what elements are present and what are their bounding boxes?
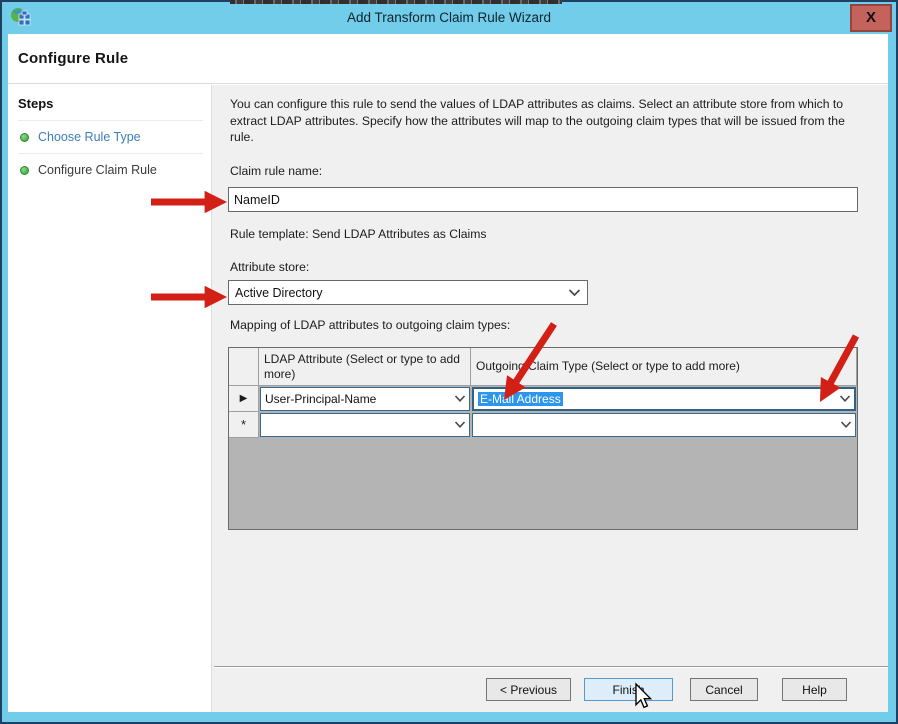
finish-button[interactable]: Finish [584, 678, 673, 701]
attribute-store-select[interactable]: Active Directory [228, 280, 588, 305]
outgoing-claim-type-dropdown-row1[interactable]: E-Mail Address [472, 387, 856, 411]
outgoing-claim-type-dropdown-row2[interactable] [472, 413, 856, 437]
wizard-dialog: Configure Rule Steps Choose Rule Type Co… [8, 34, 888, 712]
footer-separator [214, 666, 888, 668]
help-button[interactable]: Help [782, 678, 847, 701]
mapping-label: Mapping of LDAP attributes to outgoing c… [230, 318, 510, 332]
column-header-outgoing-claim-type: Outgoing Claim Type (Select or type to a… [471, 348, 857, 386]
chevron-down-icon[interactable] [840, 421, 852, 429]
step-complete-dot-icon [20, 133, 29, 142]
attribute-store-value: Active Directory [235, 286, 568, 300]
titlebar[interactable]: Add Transform Claim Rule Wizard X [2, 2, 896, 34]
chevron-down-icon [568, 289, 581, 297]
step-label: Configure Claim Rule [38, 163, 157, 177]
claim-rule-name-label: Claim rule name: [230, 164, 322, 178]
background-window-fragment [230, 0, 562, 4]
close-icon[interactable]: X [850, 4, 892, 32]
row-selector[interactable]: ▶ [229, 386, 259, 412]
page-title: Configure Rule [18, 50, 128, 67]
previous-button[interactable]: < Previous [486, 678, 571, 701]
dropdown-value-selected: E-Mail Address [478, 392, 563, 406]
sidebar-item-choose-rule-type[interactable]: Choose Rule Type [18, 121, 203, 153]
attribute-store-label: Attribute store: [230, 260, 309, 274]
column-header-ldap-attribute: LDAP Attribute (Select or type to add mo… [259, 348, 471, 386]
cancel-button[interactable]: Cancel [690, 678, 758, 701]
step-label: Choose Rule Type [38, 130, 141, 144]
dialog-header: Configure Rule [8, 34, 888, 84]
ldap-attribute-dropdown-row2[interactable] [260, 413, 470, 437]
ldap-attribute-dropdown-row1[interactable]: User-Principal-Name [260, 387, 470, 411]
sidebar-item-configure-claim-rule[interactable]: Configure Claim Rule [18, 154, 203, 186]
chevron-down-icon[interactable] [839, 395, 851, 403]
grid-corner-cell [229, 348, 259, 386]
mapping-grid: LDAP Attribute (Select or type to add mo… [228, 347, 858, 530]
screen: Add Transform Claim Rule Wizard X Config… [0, 0, 898, 724]
claim-rule-name-input[interactable] [228, 187, 858, 212]
rule-template-text: Rule template: Send LDAP Attributes as C… [230, 227, 487, 241]
rule-description: You can configure this rule to send the … [230, 96, 870, 146]
steps-sidebar: Steps Choose Rule Type Configure Claim R… [8, 85, 212, 712]
window-title: Add Transform Claim Rule Wizard [2, 2, 896, 34]
chevron-down-icon[interactable] [454, 395, 466, 403]
dropdown-value: User-Principal-Name [265, 392, 454, 406]
wizard-window: Add Transform Claim Rule Wizard X Config… [0, 0, 898, 724]
chevron-down-icon[interactable] [454, 421, 466, 429]
steps-heading: Steps [18, 96, 203, 111]
step-complete-dot-icon [20, 166, 29, 175]
row-selector-new-row[interactable]: * [229, 412, 259, 438]
